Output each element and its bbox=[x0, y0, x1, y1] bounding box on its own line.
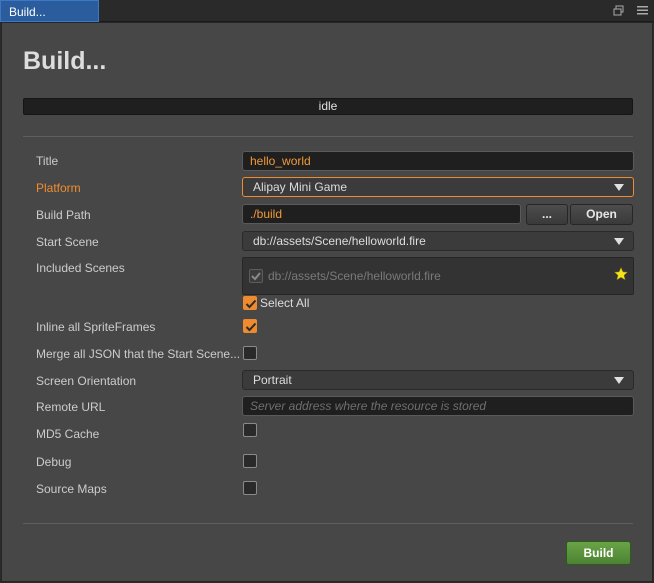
debug-label: Debug bbox=[36, 455, 72, 469]
platform-select[interactable]: Alipay Mini Game bbox=[242, 177, 634, 197]
merge-json-label: Merge all JSON that the Start Scene... bbox=[36, 347, 241, 361]
chevron-down-icon bbox=[614, 377, 624, 384]
page-title: Build... bbox=[23, 47, 107, 75]
md5-cache-label: MD5 Cache bbox=[36, 427, 100, 441]
source-maps-label: Source Maps bbox=[36, 482, 107, 496]
included-scenes-list: db://assets/Scene/helloworld.fire bbox=[242, 257, 634, 295]
status-bar: idle bbox=[23, 98, 633, 115]
status-text: idle bbox=[318, 99, 338, 113]
tab-build-label: Build... bbox=[9, 5, 46, 19]
debug-checkbox[interactable] bbox=[243, 454, 257, 468]
divider-bottom bbox=[23, 523, 633, 524]
merge-json-checkbox[interactable] bbox=[243, 346, 257, 360]
select-all-label: Select All bbox=[260, 296, 310, 310]
divider-top bbox=[23, 136, 633, 137]
screen-orientation-value: Portrait bbox=[253, 373, 292, 387]
title-input[interactable]: hello_world bbox=[242, 151, 634, 171]
build-path-input[interactable]: ./build bbox=[242, 204, 521, 224]
md5-cache-checkbox[interactable] bbox=[243, 423, 257, 437]
select-all-checkbox[interactable] bbox=[243, 296, 257, 310]
scene-checkbox bbox=[249, 269, 263, 283]
tab-bar: Build... bbox=[0, 0, 654, 22]
inline-spriteframes-label: Inline all SpriteFrames bbox=[36, 320, 156, 334]
build-path-label: Build Path bbox=[36, 208, 91, 222]
start-scene-select[interactable]: db://assets/Scene/helloworld.fire bbox=[242, 231, 634, 251]
remote-url-label: Remote URL bbox=[36, 400, 106, 414]
tab-actions bbox=[612, 4, 648, 16]
start-scene-label: Start Scene bbox=[36, 235, 99, 249]
star-icon bbox=[613, 266, 629, 284]
popout-icon[interactable] bbox=[612, 4, 624, 16]
chevron-down-icon bbox=[614, 184, 624, 191]
start-scene-value: db://assets/Scene/helloworld.fire bbox=[253, 234, 426, 248]
included-scenes-label: Included Scenes bbox=[36, 261, 125, 275]
list-item: db://assets/Scene/helloworld.fire bbox=[249, 269, 441, 283]
inline-spriteframes-checkbox[interactable] bbox=[243, 319, 257, 333]
browse-button[interactable]: ... bbox=[526, 204, 568, 225]
tab-build[interactable]: Build... bbox=[0, 0, 99, 22]
build-button[interactable]: Build bbox=[566, 541, 631, 565]
platform-value: Alipay Mini Game bbox=[253, 180, 348, 194]
screen-orientation-label: Screen Orientation bbox=[36, 374, 137, 388]
scene-path: db://assets/Scene/helloworld.fire bbox=[268, 269, 441, 283]
screen-orientation-select[interactable]: Portrait bbox=[242, 370, 634, 390]
open-button[interactable]: Open bbox=[570, 204, 633, 225]
remote-url-input[interactable]: Server address where the resource is sto… bbox=[242, 396, 634, 416]
source-maps-checkbox[interactable] bbox=[243, 481, 257, 495]
platform-label: Platform bbox=[36, 181, 81, 195]
build-panel: Build... idle Title hello_world Platform… bbox=[1, 22, 653, 582]
title-label: Title bbox=[36, 154, 59, 168]
chevron-down-icon bbox=[614, 238, 624, 245]
menu-icon[interactable] bbox=[636, 4, 648, 16]
